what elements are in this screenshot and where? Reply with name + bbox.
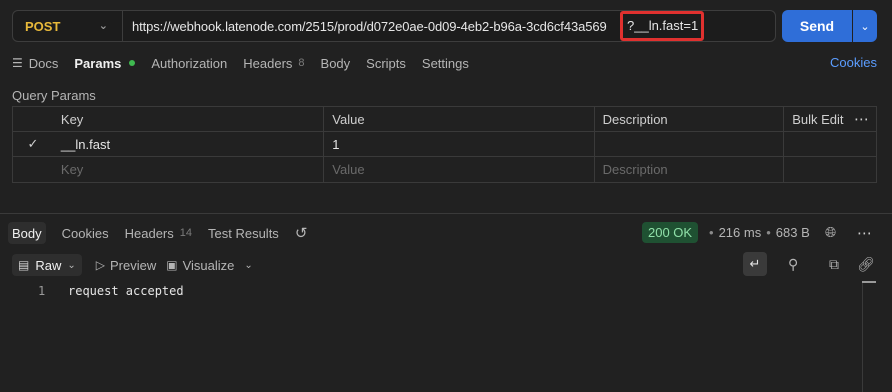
response-tab-body-label: Body	[12, 225, 42, 241]
checkbox-column-header	[13, 107, 53, 131]
response-headers-count: 14	[179, 227, 192, 239]
description-column-header: Description	[595, 107, 785, 131]
copy-icon[interactable]: ⧉	[829, 256, 839, 273]
method-select[interactable]: POST ⌄	[13, 11, 123, 41]
query-params-title: Query Params	[12, 88, 96, 103]
bulk-edit-button[interactable]: Bulk Edit	[792, 112, 843, 127]
scrollbar-track[interactable]	[862, 282, 863, 392]
method-label: POST	[25, 18, 61, 34]
cookies-link[interactable]: Cookies	[830, 55, 877, 70]
checkmark-icon: ✓	[27, 136, 39, 151]
line-number: 1	[38, 284, 46, 298]
visualize-dropdown[interactable]: ⌄	[244, 260, 252, 271]
visualize-button[interactable]: ▣ Visualize	[166, 258, 234, 273]
section-divider	[0, 213, 892, 214]
image-icon: ▣	[166, 258, 178, 272]
table-header-row: Key Value Description Bulk Edit ⋯	[13, 107, 876, 132]
tab-headers-label: Headers	[243, 55, 293, 71]
raw-label: Raw	[35, 257, 62, 273]
chevron-down-icon: ⌄	[860, 20, 870, 33]
chevron-down-icon: ⌄	[67, 259, 76, 271]
response-body-text: request accepted	[68, 284, 184, 298]
params-table: Key Value Description Bulk Edit ⋯ ✓ __ln…	[12, 106, 877, 183]
raw-icon: ▤	[18, 258, 30, 272]
format-bar: ▤ Raw ⌄ ▷ Preview ▣ Visualize ⌄	[12, 253, 263, 277]
response-time[interactable]: 216 ms	[719, 225, 762, 240]
new-description-field[interactable]: Description	[595, 157, 785, 182]
new-value-field[interactable]: Value	[324, 157, 595, 182]
response-tab-headers-label: Headers	[124, 225, 174, 241]
separator-dot: •	[709, 225, 714, 240]
value-column-header: Value	[324, 107, 595, 131]
param-description-field[interactable]	[595, 132, 785, 156]
preview-label: Preview	[109, 257, 157, 273]
wrap-lines-button[interactable]: ↵	[743, 252, 767, 276]
tab-headers[interactable]: Headers 8	[243, 56, 304, 71]
key-column-header: Key	[53, 107, 325, 131]
send-button[interactable]: Send	[782, 10, 852, 42]
request-tabs: ☰ Docs Params Authorization Headers 8 Bo…	[12, 52, 485, 74]
param-key-field[interactable]: __ln.fast	[53, 132, 325, 156]
preview-button[interactable]: ▷ Preview	[96, 258, 156, 273]
response-tabs: Body Cookies Headers 14 Test Results ↺	[8, 221, 323, 245]
row-checkbox[interactable]: ✓	[13, 132, 53, 156]
status-badge[interactable]: 200 OK	[642, 222, 699, 243]
chevron-down-icon: ⌄	[244, 259, 253, 271]
response-tab-test-results[interactable]: Test Results	[208, 222, 279, 244]
tab-params[interactable]: Params	[74, 55, 136, 71]
separator-dot: •	[766, 225, 771, 240]
send-dropdown-button[interactable]: ⌄	[853, 10, 877, 42]
wrap-icon: ↵	[749, 256, 761, 271]
tab-docs[interactable]: ☰ Docs	[12, 56, 58, 71]
play-icon: ▷	[95, 258, 105, 272]
tab-settings[interactable]: Settings	[422, 56, 469, 71]
table-row-empty: Key Value Description	[13, 157, 876, 182]
tab-authorization[interactable]: Authorization	[151, 56, 227, 71]
headers-count: 8	[298, 57, 305, 69]
response-tab-body[interactable]: Body	[8, 222, 46, 244]
history-icon: ↺	[294, 225, 308, 242]
param-value-field[interactable]: 1	[324, 132, 595, 156]
more-options-button[interactable]: ⋯	[857, 224, 873, 242]
scrollbar-thumb[interactable]	[862, 281, 876, 283]
url-input[interactable]: https://webhook.latenode.com/2515/prod/d…	[123, 19, 623, 34]
tab-scripts-label: Scripts	[366, 55, 406, 71]
raw-format-select[interactable]: ▤ Raw ⌄	[12, 254, 82, 276]
table-row: ✓ __ln.fast 1	[13, 132, 876, 157]
tab-body[interactable]: Body	[321, 56, 351, 71]
response-tab-cookies-label: Cookies	[61, 225, 109, 241]
chevron-down-icon: ⌄	[98, 20, 108, 32]
params-active-dot	[129, 60, 136, 66]
row-checkbox-empty	[13, 157, 53, 182]
new-key-field[interactable]: Key	[53, 157, 325, 182]
tab-body-label: Body	[320, 55, 351, 71]
history-button[interactable]: ↺	[295, 222, 308, 244]
docs-icon: ☰	[12, 56, 23, 70]
bulk-edit-cell: Bulk Edit ⋯	[784, 107, 876, 131]
response-tab-cookies[interactable]: Cookies	[62, 222, 109, 244]
globe-icon[interactable]: 🌐︎	[825, 224, 836, 241]
link-icon[interactable]: 🔗︎	[857, 256, 875, 273]
search-icon[interactable]: ⚲	[788, 256, 798, 273]
response-size[interactable]: 683 B	[776, 225, 810, 240]
tab-scripts[interactable]: Scripts	[366, 56, 406, 71]
response-tab-test-results-label: Test Results	[208, 225, 279, 241]
row-spacer	[784, 157, 876, 182]
row-spacer	[784, 132, 876, 156]
more-options-icon[interactable]: ⋯	[854, 110, 870, 128]
tab-settings-label: Settings	[421, 55, 469, 71]
tab-docs-label: Docs	[28, 55, 59, 71]
tab-authorization-label: Authorization	[151, 55, 228, 71]
response-tab-headers[interactable]: Headers 14	[125, 222, 192, 244]
url-query-highlight[interactable]: ?__ln.fast=1	[620, 11, 704, 41]
visualize-label: Visualize	[182, 257, 235, 273]
more-options-icon: ⋯	[857, 225, 873, 242]
tab-params-label: Params	[74, 55, 122, 71]
response-meta: • 216 ms • 683 B	[704, 225, 810, 240]
